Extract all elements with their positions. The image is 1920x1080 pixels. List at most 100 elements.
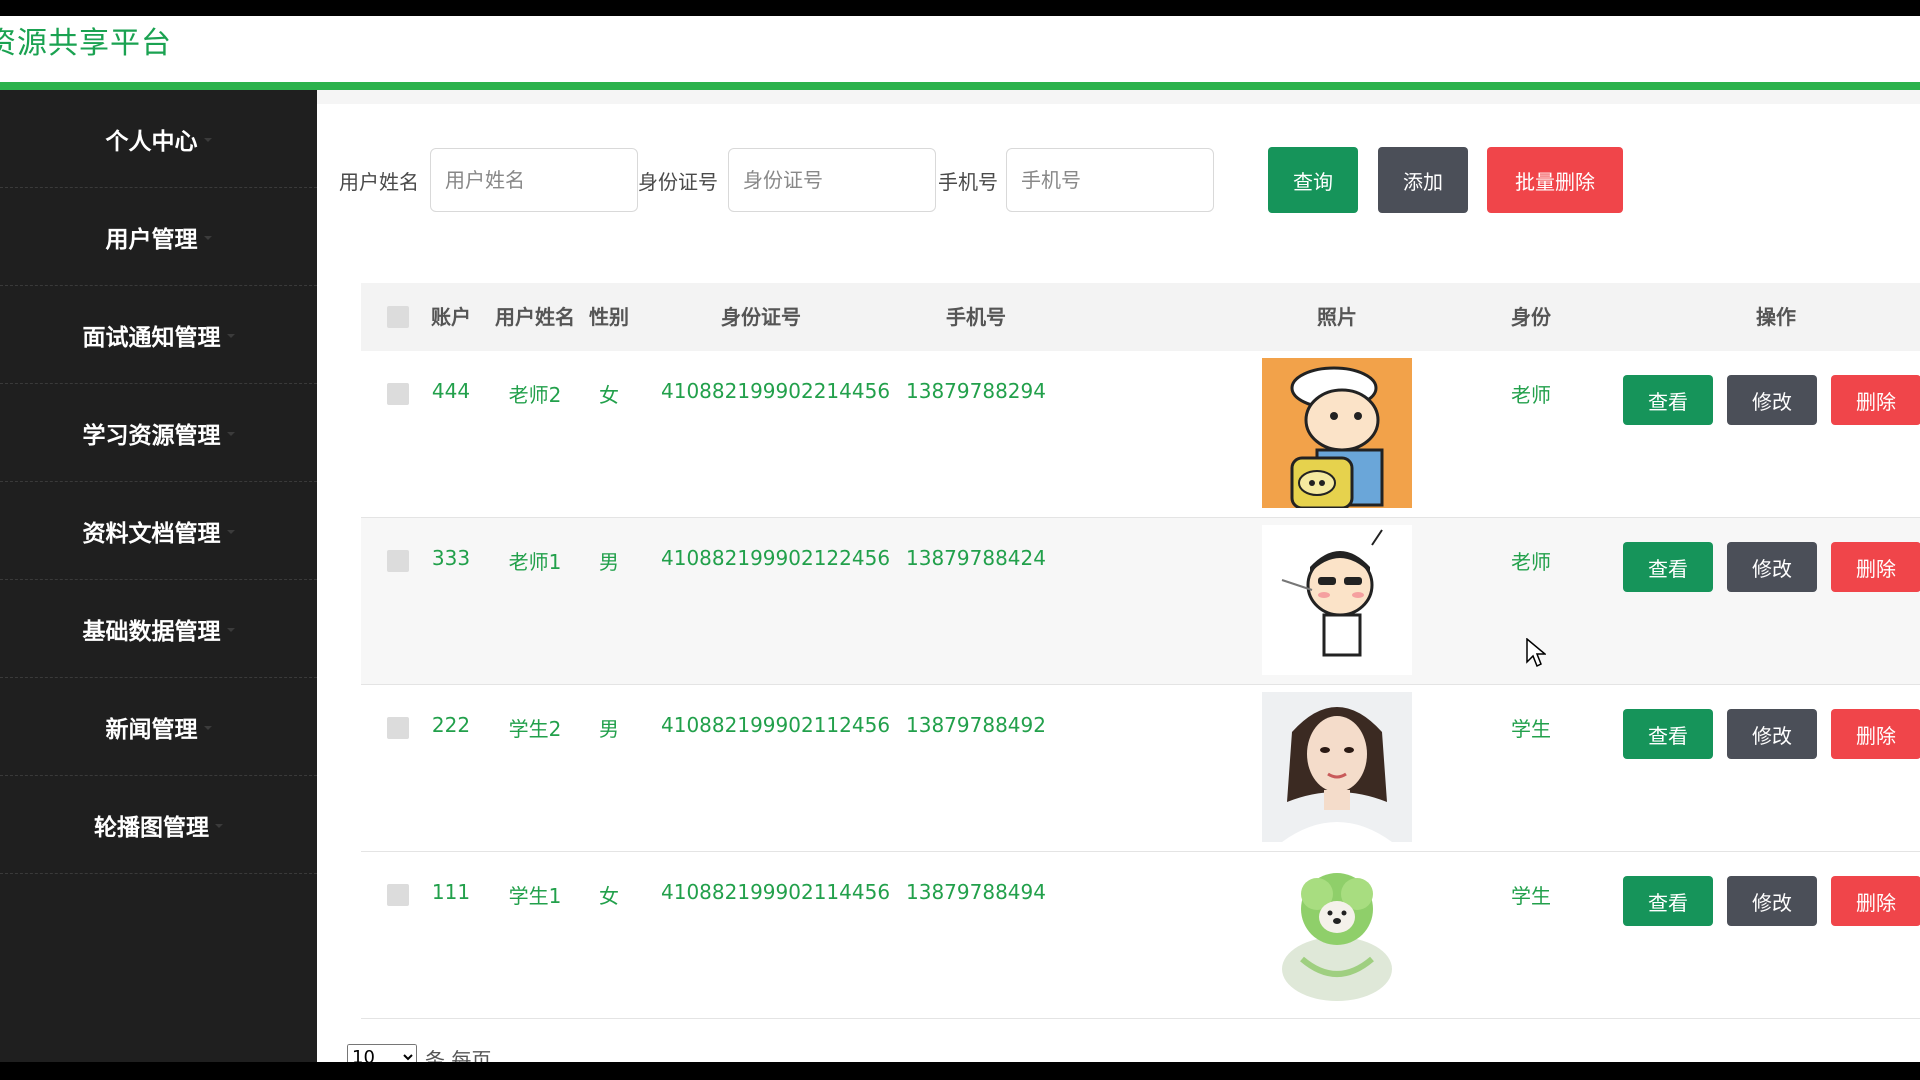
delete-button[interactable]: 删除: [1831, 542, 1920, 592]
sidebar-item-label: 轮播图管理: [94, 814, 209, 841]
sidebar-item-documents[interactable]: 资料文档管理: [0, 482, 317, 580]
view-button[interactable]: 查看: [1623, 709, 1713, 759]
header-name: 用户姓名: [495, 305, 575, 329]
header-id-no: 身份证号: [721, 305, 801, 329]
cell-gender: 男: [599, 550, 619, 574]
cell-phone: 13879788424: [906, 546, 1046, 570]
sidebar-item-basic-data[interactable]: 基础数据管理: [0, 580, 317, 678]
cell-phone: 13879788492: [906, 713, 1046, 737]
cell-phone: 13879788294: [906, 379, 1046, 403]
sidebar-item-label: 面试通知管理: [82, 324, 221, 351]
caret-down-icon: [215, 823, 223, 828]
edit-button[interactable]: 修改: [1727, 709, 1817, 759]
cell-gender: 女: [599, 383, 619, 407]
header-role: 身份: [1511, 305, 1551, 329]
sidebar-item-interview-notice[interactable]: 面试通知管理: [0, 286, 317, 384]
header-account: 账户: [431, 305, 471, 329]
table-row: 111 学生1 女 410882199902114456 13879788494: [361, 852, 1920, 1019]
select-all-checkbox[interactable]: [387, 306, 409, 328]
sidebar-item-label: 学习资源管理: [82, 422, 221, 449]
header-accent-line: [0, 82, 1920, 90]
cell-phone: 13879788494: [906, 880, 1046, 904]
caret-down-icon: [203, 725, 212, 730]
photo-cabbage-dog: [1262, 859, 1412, 1009]
caret-down-icon: [226, 333, 235, 338]
user-table: 账户 用户姓名 性别 身份证号 手机号 照片 身份 操作 444 老师2 女 4…: [361, 283, 1920, 1019]
edit-button[interactable]: 修改: [1727, 375, 1817, 425]
cell-role: 学生: [1511, 884, 1551, 908]
photo-cartoon-boy-backpack: [1262, 358, 1412, 508]
view-button[interactable]: 查看: [1623, 876, 1713, 926]
sidebar-item-carousel[interactable]: 轮播图管理: [0, 776, 317, 874]
sidebar-item-label: 个人中心: [105, 128, 198, 155]
view-button[interactable]: 查看: [1623, 375, 1713, 425]
sidebar-item-label: 资料文档管理: [82, 520, 221, 547]
cell-account: 222: [431, 713, 471, 737]
cell-gender: 男: [599, 717, 619, 741]
sidebar: 个人中心 用户管理 面试通知管理 学习资源管理 资料文档管理 基础数据管理 新闻…: [0, 90, 317, 1062]
table-header: 账户 用户姓名 性别 身份证号 手机号 照片 身份 操作: [361, 283, 1920, 351]
phone-search-input[interactable]: [1006, 148, 1214, 212]
cell-id-no: 410882199902114456: [661, 880, 891, 904]
phone-label: 手机号: [938, 170, 998, 194]
cell-role: 老师: [1511, 550, 1551, 574]
cell-name: 老师1: [508, 550, 562, 574]
sidebar-item-personal-center[interactable]: 个人中心: [0, 90, 317, 188]
name-label: 用户姓名: [339, 170, 419, 194]
edit-button[interactable]: 修改: [1727, 542, 1817, 592]
app-title: 资源共享平台: [0, 26, 172, 61]
caret-down-icon: [203, 137, 212, 142]
header-gender: 性别: [589, 305, 629, 329]
sidebar-item-label: 新闻管理: [105, 716, 198, 743]
row-checkbox[interactable]: [387, 383, 409, 405]
header-photo: 照片: [1317, 305, 1357, 329]
add-button[interactable]: 添加: [1378, 147, 1468, 213]
id-label: 身份证号: [638, 170, 718, 194]
cell-id-no: 410882199902122456: [661, 546, 891, 570]
row-checkbox[interactable]: [387, 717, 409, 739]
id-search-input[interactable]: [728, 148, 936, 212]
top-header: 资源共享平台: [0, 16, 1920, 82]
view-button[interactable]: 查看: [1623, 542, 1713, 592]
mouse-cursor-icon: [1526, 638, 1546, 668]
cell-id-no: 410882199902214456: [661, 379, 891, 403]
cell-name: 学生2: [508, 717, 562, 741]
delete-button[interactable]: 删除: [1831, 876, 1920, 926]
cell-account: 111: [431, 880, 471, 904]
sidebar-item-label: 用户管理: [105, 226, 198, 253]
page-size-select[interactable]: 10: [347, 1044, 417, 1062]
photo-cartoon-boy-sunglasses: [1262, 525, 1412, 675]
sidebar-item-label: 基础数据管理: [82, 618, 221, 645]
batch-delete-button[interactable]: 批量删除: [1487, 147, 1623, 213]
cell-role: 学生: [1511, 717, 1551, 741]
caret-down-icon: [226, 431, 235, 436]
cell-account: 333: [431, 546, 471, 570]
header-phone: 手机号: [946, 305, 1006, 329]
row-checkbox[interactable]: [387, 550, 409, 572]
caret-down-icon: [226, 529, 235, 534]
cell-gender: 女: [599, 884, 619, 908]
delete-button[interactable]: 删除: [1831, 375, 1920, 425]
name-search-input[interactable]: [430, 148, 638, 212]
table-row: 333 老师1 男 410882199902122456 13879788424: [361, 518, 1920, 685]
table-row: 444 老师2 女 410882199902214456 13879788294…: [361, 351, 1920, 518]
cell-name: 学生1: [508, 884, 562, 908]
header-actions: 操作: [1756, 305, 1796, 329]
per-page-label: 条 每页: [425, 1048, 492, 1062]
edit-button[interactable]: 修改: [1727, 876, 1817, 926]
sidebar-item-user-management[interactable]: 用户管理: [0, 188, 317, 286]
sidebar-item-learning-resources[interactable]: 学习资源管理: [0, 384, 317, 482]
cell-name: 老师2: [508, 383, 562, 407]
photo-woman-portrait: [1262, 692, 1412, 842]
row-checkbox[interactable]: [387, 884, 409, 906]
app-frame: 资源共享平台 个人中心 用户管理 面试通知管理 学习资源管理 资料文档管理 基础…: [0, 16, 1920, 1062]
caret-down-icon: [226, 627, 235, 632]
cell-role: 老师: [1511, 383, 1551, 407]
delete-button[interactable]: 删除: [1831, 709, 1920, 759]
cell-account: 444: [431, 379, 471, 403]
caret-down-icon: [203, 235, 212, 240]
query-button[interactable]: 查询: [1268, 147, 1358, 213]
table-row: 222 学生2 男 410882199902112456 13879788492…: [361, 685, 1920, 852]
cell-id-no: 410882199902112456: [661, 713, 891, 737]
sidebar-item-news[interactable]: 新闻管理: [0, 678, 317, 776]
